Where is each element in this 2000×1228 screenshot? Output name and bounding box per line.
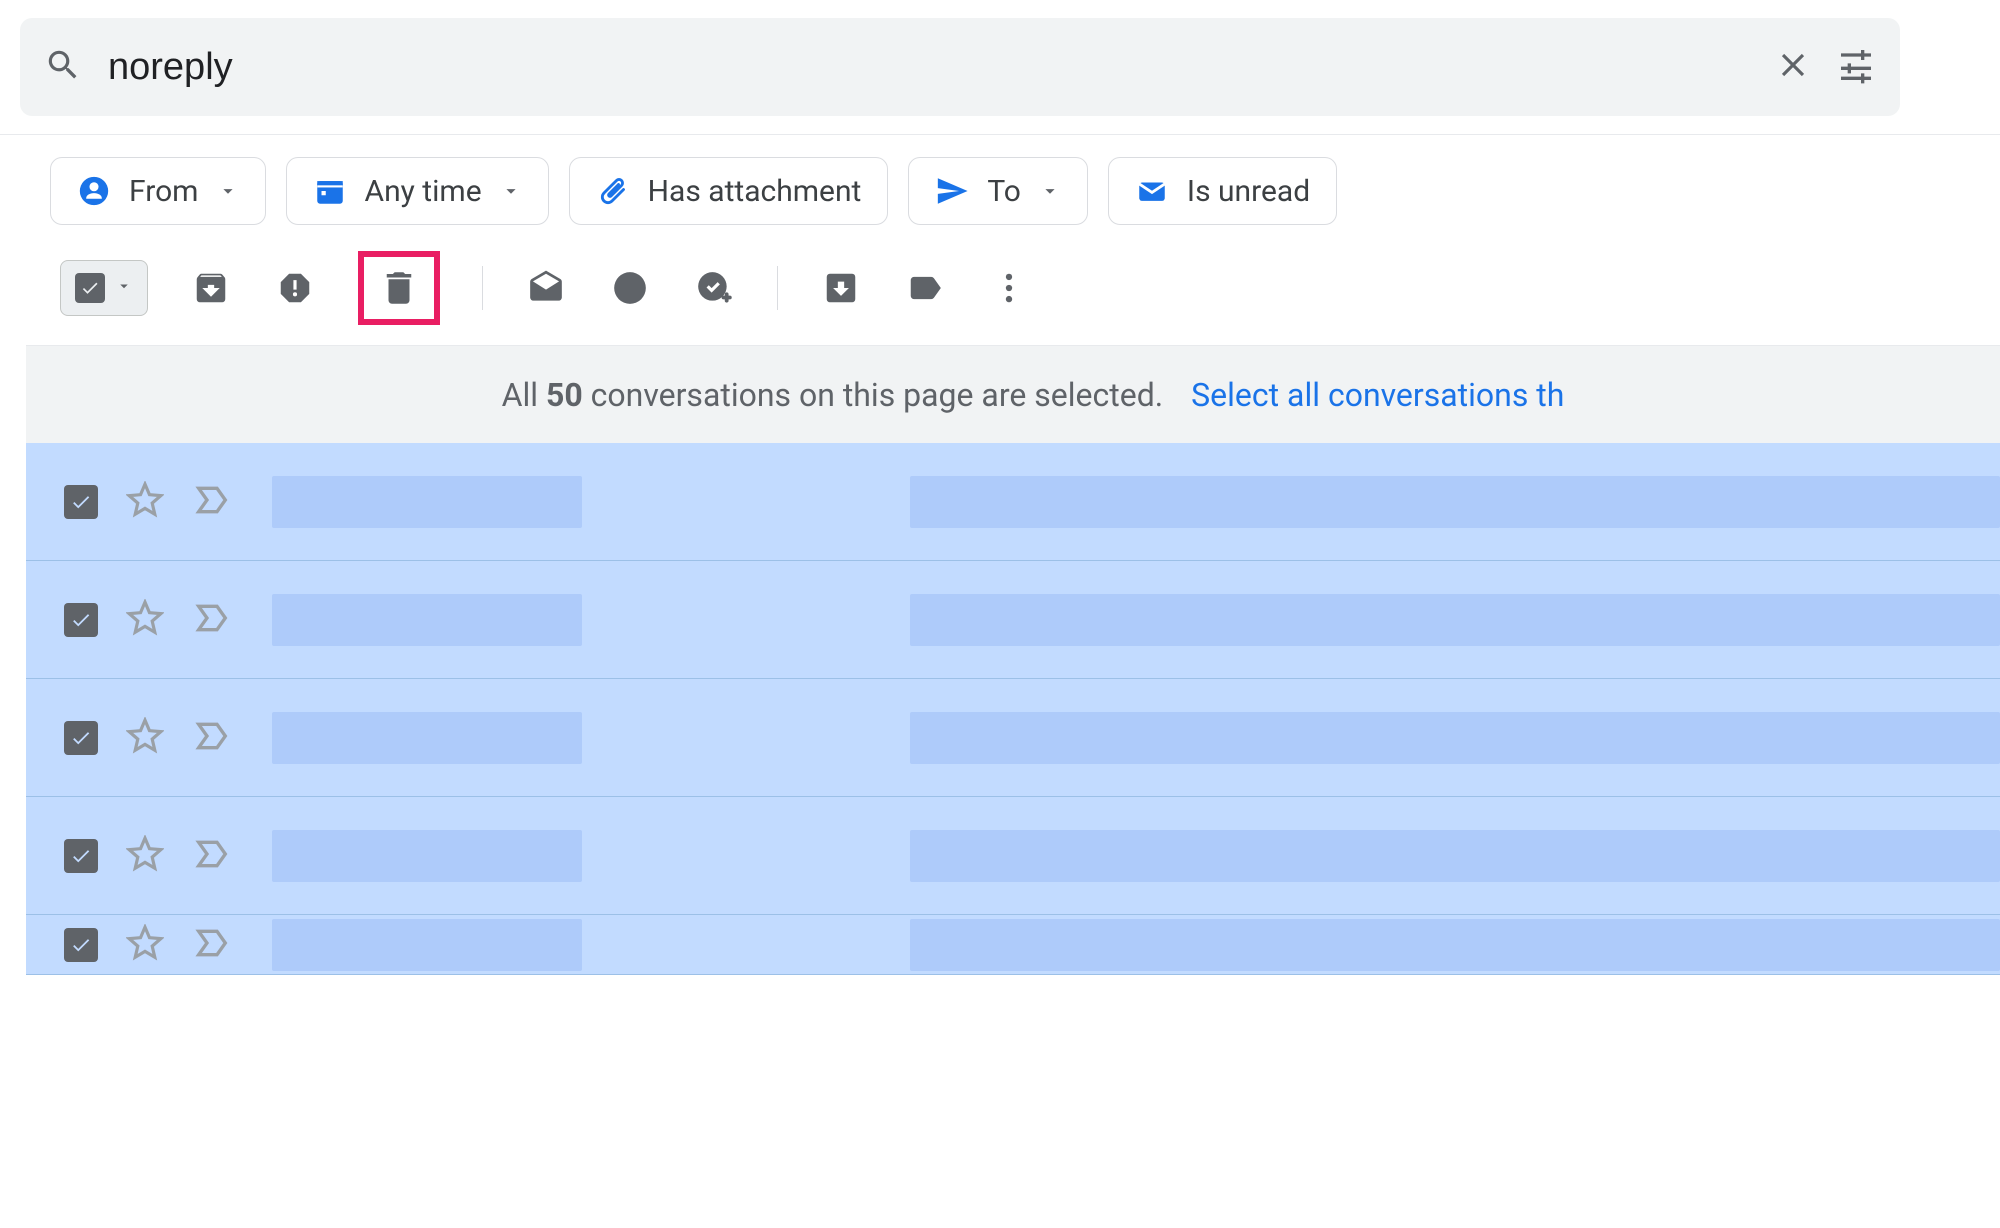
filter-chip-label: Has attachment	[648, 174, 862, 209]
filter-chip-attachment[interactable]: Has attachment	[569, 157, 889, 225]
task-icon	[695, 269, 733, 307]
important-icon[interactable]	[192, 598, 232, 642]
sender-placeholder	[272, 712, 582, 764]
open-mail-icon	[527, 269, 565, 307]
separator	[777, 266, 778, 310]
filter-chip-anytime[interactable]: Any time	[286, 157, 549, 225]
filter-chips-row: From Any time Has attachment To Is unrea…	[0, 157, 2000, 251]
sender-placeholder	[272, 919, 582, 971]
separator	[482, 266, 483, 310]
snooze-button[interactable]	[609, 267, 651, 309]
row-checkbox[interactable]	[64, 485, 98, 519]
labels-button[interactable]	[904, 267, 946, 309]
move-to-icon	[822, 269, 860, 307]
unread-mail-icon	[1135, 174, 1169, 208]
filter-chip-unread[interactable]: Is unread	[1108, 157, 1337, 225]
message-list	[26, 443, 2000, 975]
star-icon[interactable]	[126, 717, 164, 759]
move-to-button[interactable]	[820, 267, 862, 309]
important-icon[interactable]	[192, 480, 232, 524]
selection-count: 50	[546, 376, 583, 414]
row-checkbox[interactable]	[64, 928, 98, 962]
chevron-down-icon	[500, 180, 522, 202]
chevron-down-icon	[1039, 180, 1061, 202]
important-icon[interactable]	[192, 834, 232, 878]
calendar-icon	[313, 174, 347, 208]
add-to-tasks-button[interactable]	[693, 267, 735, 309]
checkbox-icon	[75, 273, 105, 303]
filter-chip-label: To	[987, 174, 1021, 209]
person-icon	[77, 174, 111, 208]
search-options-icon[interactable]	[1836, 45, 1876, 89]
message-row[interactable]	[26, 915, 2000, 975]
message-row[interactable]	[26, 797, 2000, 915]
delete-button[interactable]	[358, 251, 440, 325]
subject-placeholder	[910, 830, 2000, 882]
message-row[interactable]	[26, 561, 2000, 679]
selection-banner-text: All 50 conversations on this page are se…	[502, 376, 1164, 414]
select-all-checkbox[interactable]	[60, 260, 148, 316]
sender-placeholder	[272, 594, 582, 646]
star-icon[interactable]	[126, 924, 164, 966]
row-checkbox[interactable]	[64, 721, 98, 755]
filter-chip-label: Any time	[365, 174, 482, 209]
subject-placeholder	[910, 594, 2000, 646]
divider	[0, 134, 2000, 135]
report-spam-button[interactable]	[274, 267, 316, 309]
subject-placeholder	[910, 712, 2000, 764]
row-checkbox[interactable]	[64, 603, 98, 637]
search-bar	[20, 18, 1900, 116]
selection-text-suffix: conversations on this page are selected.	[583, 376, 1163, 414]
search-icon	[44, 46, 82, 88]
select-all-conversations-link[interactable]: Select all conversations th	[1191, 376, 1564, 414]
important-icon[interactable]	[192, 716, 232, 760]
search-input[interactable]	[106, 45, 1750, 90]
label-icon	[906, 269, 944, 307]
trash-icon	[378, 267, 420, 309]
send-icon	[935, 174, 969, 208]
star-icon[interactable]	[126, 599, 164, 641]
filter-chip-label: Is unread	[1187, 174, 1310, 209]
filter-chip-to[interactable]: To	[908, 157, 1088, 225]
row-checkbox[interactable]	[64, 839, 98, 873]
attachment-icon	[596, 174, 630, 208]
archive-icon	[192, 269, 230, 307]
sender-placeholder	[272, 476, 582, 528]
spam-icon	[276, 269, 314, 307]
chevron-down-icon	[115, 277, 133, 299]
important-icon[interactable]	[192, 923, 232, 967]
filter-chip-label: From	[129, 174, 199, 209]
subject-placeholder	[910, 476, 2000, 528]
selection-text-prefix: All	[502, 376, 546, 414]
action-toolbar	[0, 251, 2000, 345]
sender-placeholder	[272, 830, 582, 882]
more-button[interactable]	[988, 267, 1030, 309]
star-icon[interactable]	[126, 835, 164, 877]
message-row[interactable]	[26, 679, 2000, 797]
star-icon[interactable]	[126, 481, 164, 523]
filter-chip-from[interactable]: From	[50, 157, 266, 225]
selection-banner: All 50 conversations on this page are se…	[26, 345, 2000, 443]
mark-read-button[interactable]	[525, 267, 567, 309]
clock-icon	[611, 269, 649, 307]
archive-button[interactable]	[190, 267, 232, 309]
subject-placeholder	[910, 919, 2000, 971]
more-vert-icon	[990, 269, 1028, 307]
message-row[interactable]	[26, 443, 2000, 561]
clear-search-icon[interactable]	[1774, 46, 1812, 88]
chevron-down-icon	[217, 180, 239, 202]
